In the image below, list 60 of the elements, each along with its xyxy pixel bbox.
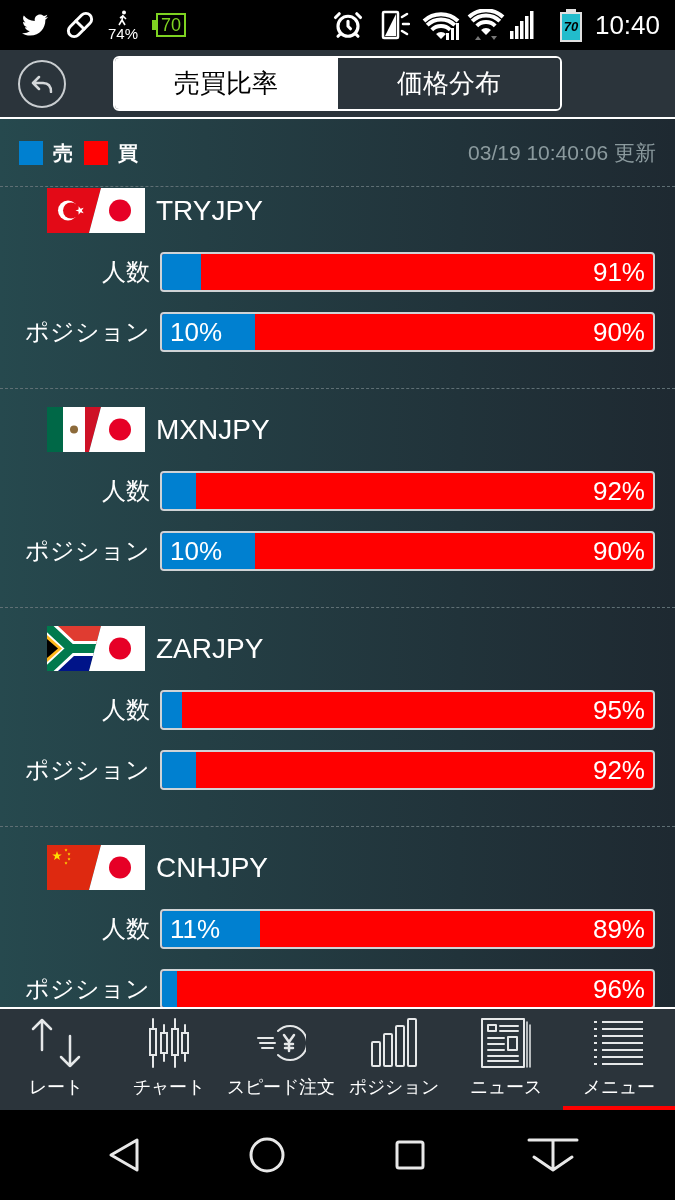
south-africa-japan-flag-icon — [47, 626, 145, 671]
nav-tab[interactable]: レート — [0, 1009, 113, 1110]
buy-percent: 91% — [592, 259, 645, 285]
back-arrow-icon — [31, 74, 53, 93]
triangle-back-icon — [107, 1137, 140, 1173]
currency-pair-name: TRYJPY — [156, 193, 263, 228]
sell-percent: 11% — [170, 916, 221, 942]
buy-percent: 92% — [592, 478, 645, 504]
walking-figure-icon — [117, 9, 129, 26]
screen-rotation-icon — [379, 10, 410, 40]
battery-indicator: 70 — [152, 13, 187, 37]
china-japan-flag-icon — [47, 845, 145, 890]
circle-home-icon — [248, 1137, 285, 1173]
bar-chart-icon — [369, 1018, 418, 1068]
buy-percent: 95% — [592, 697, 645, 723]
legend-label: 売 — [53, 140, 73, 166]
row-label: ポジション — [25, 758, 150, 782]
turkey-japan-flag-icon — [47, 188, 145, 233]
buy-percent: 96% — [592, 976, 645, 1002]
nav-tab[interactable]: ニュース — [450, 1009, 563, 1110]
nav-tab[interactable]: チャート — [112, 1009, 225, 1110]
update-timestamp: 03/19 10:40:06 更新 — [468, 139, 656, 166]
back-button[interactable] — [18, 59, 66, 108]
pill-icon — [66, 11, 94, 39]
battery-indicator: 70 — [559, 8, 582, 42]
wifi-icon — [466, 9, 505, 41]
bird-icon — [20, 12, 50, 38]
clock-time: 10:40 — [594, 12, 660, 38]
legend-label: 買 — [118, 140, 138, 166]
up-down-arrows-icon — [30, 1018, 83, 1068]
tab[interactable]: 売買比率 — [115, 58, 338, 109]
row-label: 人数 — [102, 917, 150, 941]
nav-tab[interactable]: ポジション — [337, 1009, 450, 1110]
down-arrow-bar-icon — [526, 1138, 579, 1172]
alarm-clock-icon — [332, 10, 363, 40]
currency-pair-name: ZARJPY — [156, 631, 264, 666]
yen-coin-speed-icon — [256, 1023, 307, 1063]
menu-icon — [592, 1020, 645, 1066]
buy-percent: 90% — [592, 319, 645, 345]
row-label: 人数 — [102, 698, 150, 722]
row-label: 人数 — [102, 479, 150, 503]
buy-percent: 92% — [592, 757, 645, 783]
sell-percent: 10% — [170, 319, 223, 345]
square-recents-icon — [394, 1140, 425, 1170]
buy-percent: 90% — [592, 538, 645, 564]
newspaper-icon — [480, 1017, 533, 1069]
currency-pair-name: CNHJPY — [156, 850, 268, 885]
nav-tab[interactable]: スピード注文 — [225, 1009, 338, 1110]
cell-signal-icon — [508, 10, 535, 40]
row-label: ポジション — [25, 977, 150, 1001]
mexico-japan-flag-icon — [47, 407, 145, 452]
row-label: ポジション — [25, 320, 150, 344]
sell-percent: 10% — [170, 538, 223, 564]
row-label: 人数 — [102, 260, 150, 284]
percent-text: 74% — [108, 25, 139, 41]
currency-pair-name: MXNJPY — [156, 412, 270, 447]
row-label: ポジション — [25, 539, 150, 563]
wifi-signal-icon — [421, 9, 460, 41]
buy-percent: 89% — [592, 916, 645, 942]
candlestick-icon — [147, 1017, 190, 1069]
